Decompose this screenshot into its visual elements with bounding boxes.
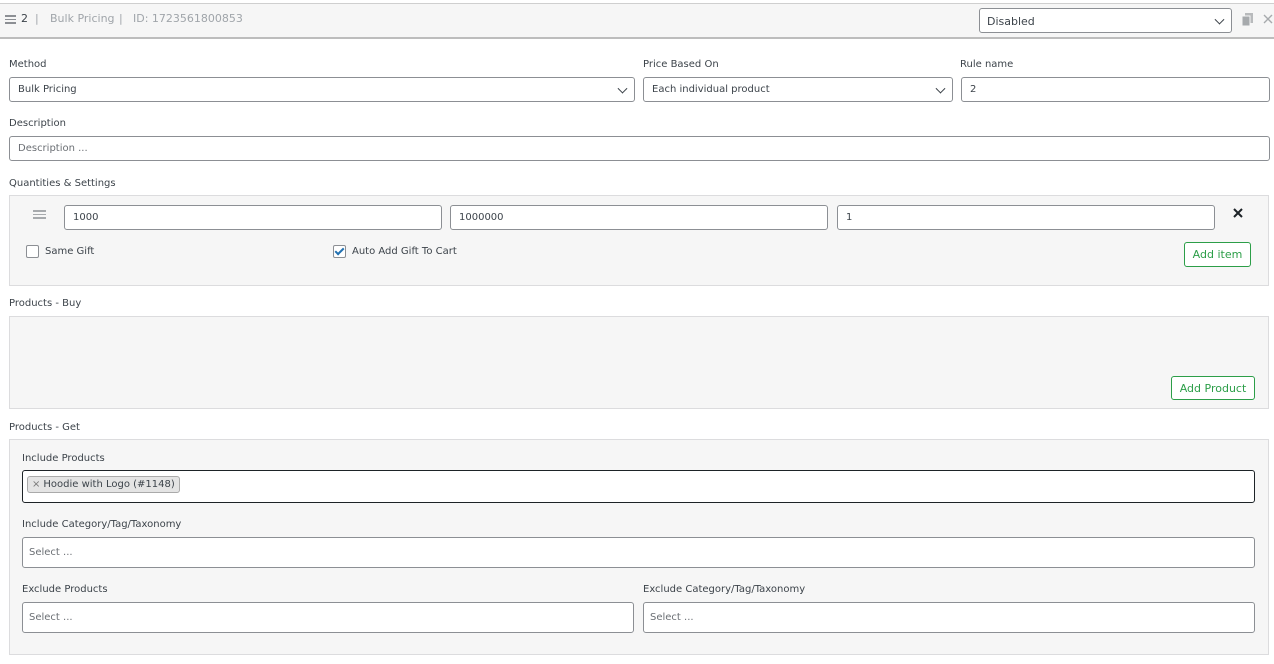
quantity-min-input[interactable]: 1000	[64, 205, 442, 230]
products-get-label: Products - Get	[9, 422, 80, 433]
checkmark-icon	[334, 245, 345, 256]
header-method-name: Bulk Pricing	[50, 12, 115, 25]
price-based-on-label: Price Based On	[643, 59, 719, 70]
exclude-category-placeholder: Select ...	[650, 612, 694, 623]
rule-name-value: 2	[970, 84, 977, 95]
method-select-value: Bulk Pricing	[18, 84, 77, 95]
quantity-max-input[interactable]: 1000000	[450, 205, 828, 230]
include-products-select[interactable]: × Hoodie with Logo (#1148)	[22, 470, 1255, 503]
description-label: Description	[9, 118, 66, 129]
close-icon[interactable]	[1263, 14, 1273, 24]
chevron-down-icon	[617, 83, 628, 94]
same-gift-checkbox[interactable]	[26, 245, 39, 258]
price-based-on-value: Each individual product	[652, 84, 770, 95]
auto-add-gift-checkbox[interactable]	[333, 245, 346, 258]
add-product-button[interactable]: Add Product	[1171, 376, 1255, 400]
include-category-select[interactable]: Select ...	[22, 537, 1255, 568]
chevron-down-icon	[1214, 14, 1225, 25]
method-label: Method	[9, 59, 47, 70]
exclude-category-select[interactable]: Select ...	[643, 602, 1255, 633]
header-separator: |	[119, 12, 123, 25]
quantity-max-value: 1000000	[459, 212, 504, 223]
status-select-value: Disabled	[987, 15, 1035, 28]
drag-handle-icon[interactable]	[33, 210, 46, 219]
exclude-category-label: Exclude Category/Tag/Taxonomy	[643, 584, 806, 595]
include-products-label: Include Products	[22, 453, 105, 464]
rule-number: 2	[21, 12, 28, 25]
header-separator: |	[35, 12, 39, 25]
include-category-placeholder: Select ...	[29, 547, 73, 558]
include-category-label: Include Category/Tag/Taxonomy	[22, 519, 182, 530]
rule-id: ID: 1723561800853	[133, 12, 243, 25]
same-gift-label: Same Gift	[45, 246, 95, 257]
exclude-products-select[interactable]: Select ...	[22, 602, 634, 633]
exclude-products-placeholder: Select ...	[29, 612, 73, 623]
rule-name-input[interactable]: 2	[961, 77, 1270, 102]
status-select[interactable]: Disabled	[979, 8, 1232, 33]
description-input[interactable]: Description ...	[9, 136, 1270, 161]
copy-icon[interactable]	[1242, 13, 1253, 26]
quantity-value-value: 1	[846, 212, 853, 223]
quantity-value-input[interactable]: 1	[837, 205, 1215, 230]
quantity-min-value: 1000	[73, 212, 99, 223]
method-select[interactable]: Bulk Pricing	[9, 77, 635, 102]
rule-name-label: Rule name	[960, 59, 1014, 70]
quantities-settings-label: Quantities & Settings	[9, 178, 116, 189]
auto-add-gift-label: Auto Add Gift To Cart	[352, 246, 457, 257]
description-placeholder: Description ...	[18, 143, 88, 154]
products-buy-panel	[9, 316, 1269, 409]
price-based-on-select[interactable]: Each individual product	[643, 77, 953, 102]
tag-label: Hoodie with Logo (#1148)	[43, 479, 175, 490]
tag-remove-button[interactable]: ×	[32, 479, 40, 490]
remove-row-icon[interactable]	[1233, 208, 1243, 218]
drag-handle-icon[interactable]	[5, 15, 16, 24]
products-buy-label: Products - Buy	[9, 298, 82, 309]
exclude-products-label: Exclude Products	[22, 584, 108, 595]
product-tag: × Hoodie with Logo (#1148)	[27, 476, 180, 493]
add-item-button[interactable]: Add item	[1184, 242, 1251, 267]
chevron-down-icon	[935, 83, 946, 94]
